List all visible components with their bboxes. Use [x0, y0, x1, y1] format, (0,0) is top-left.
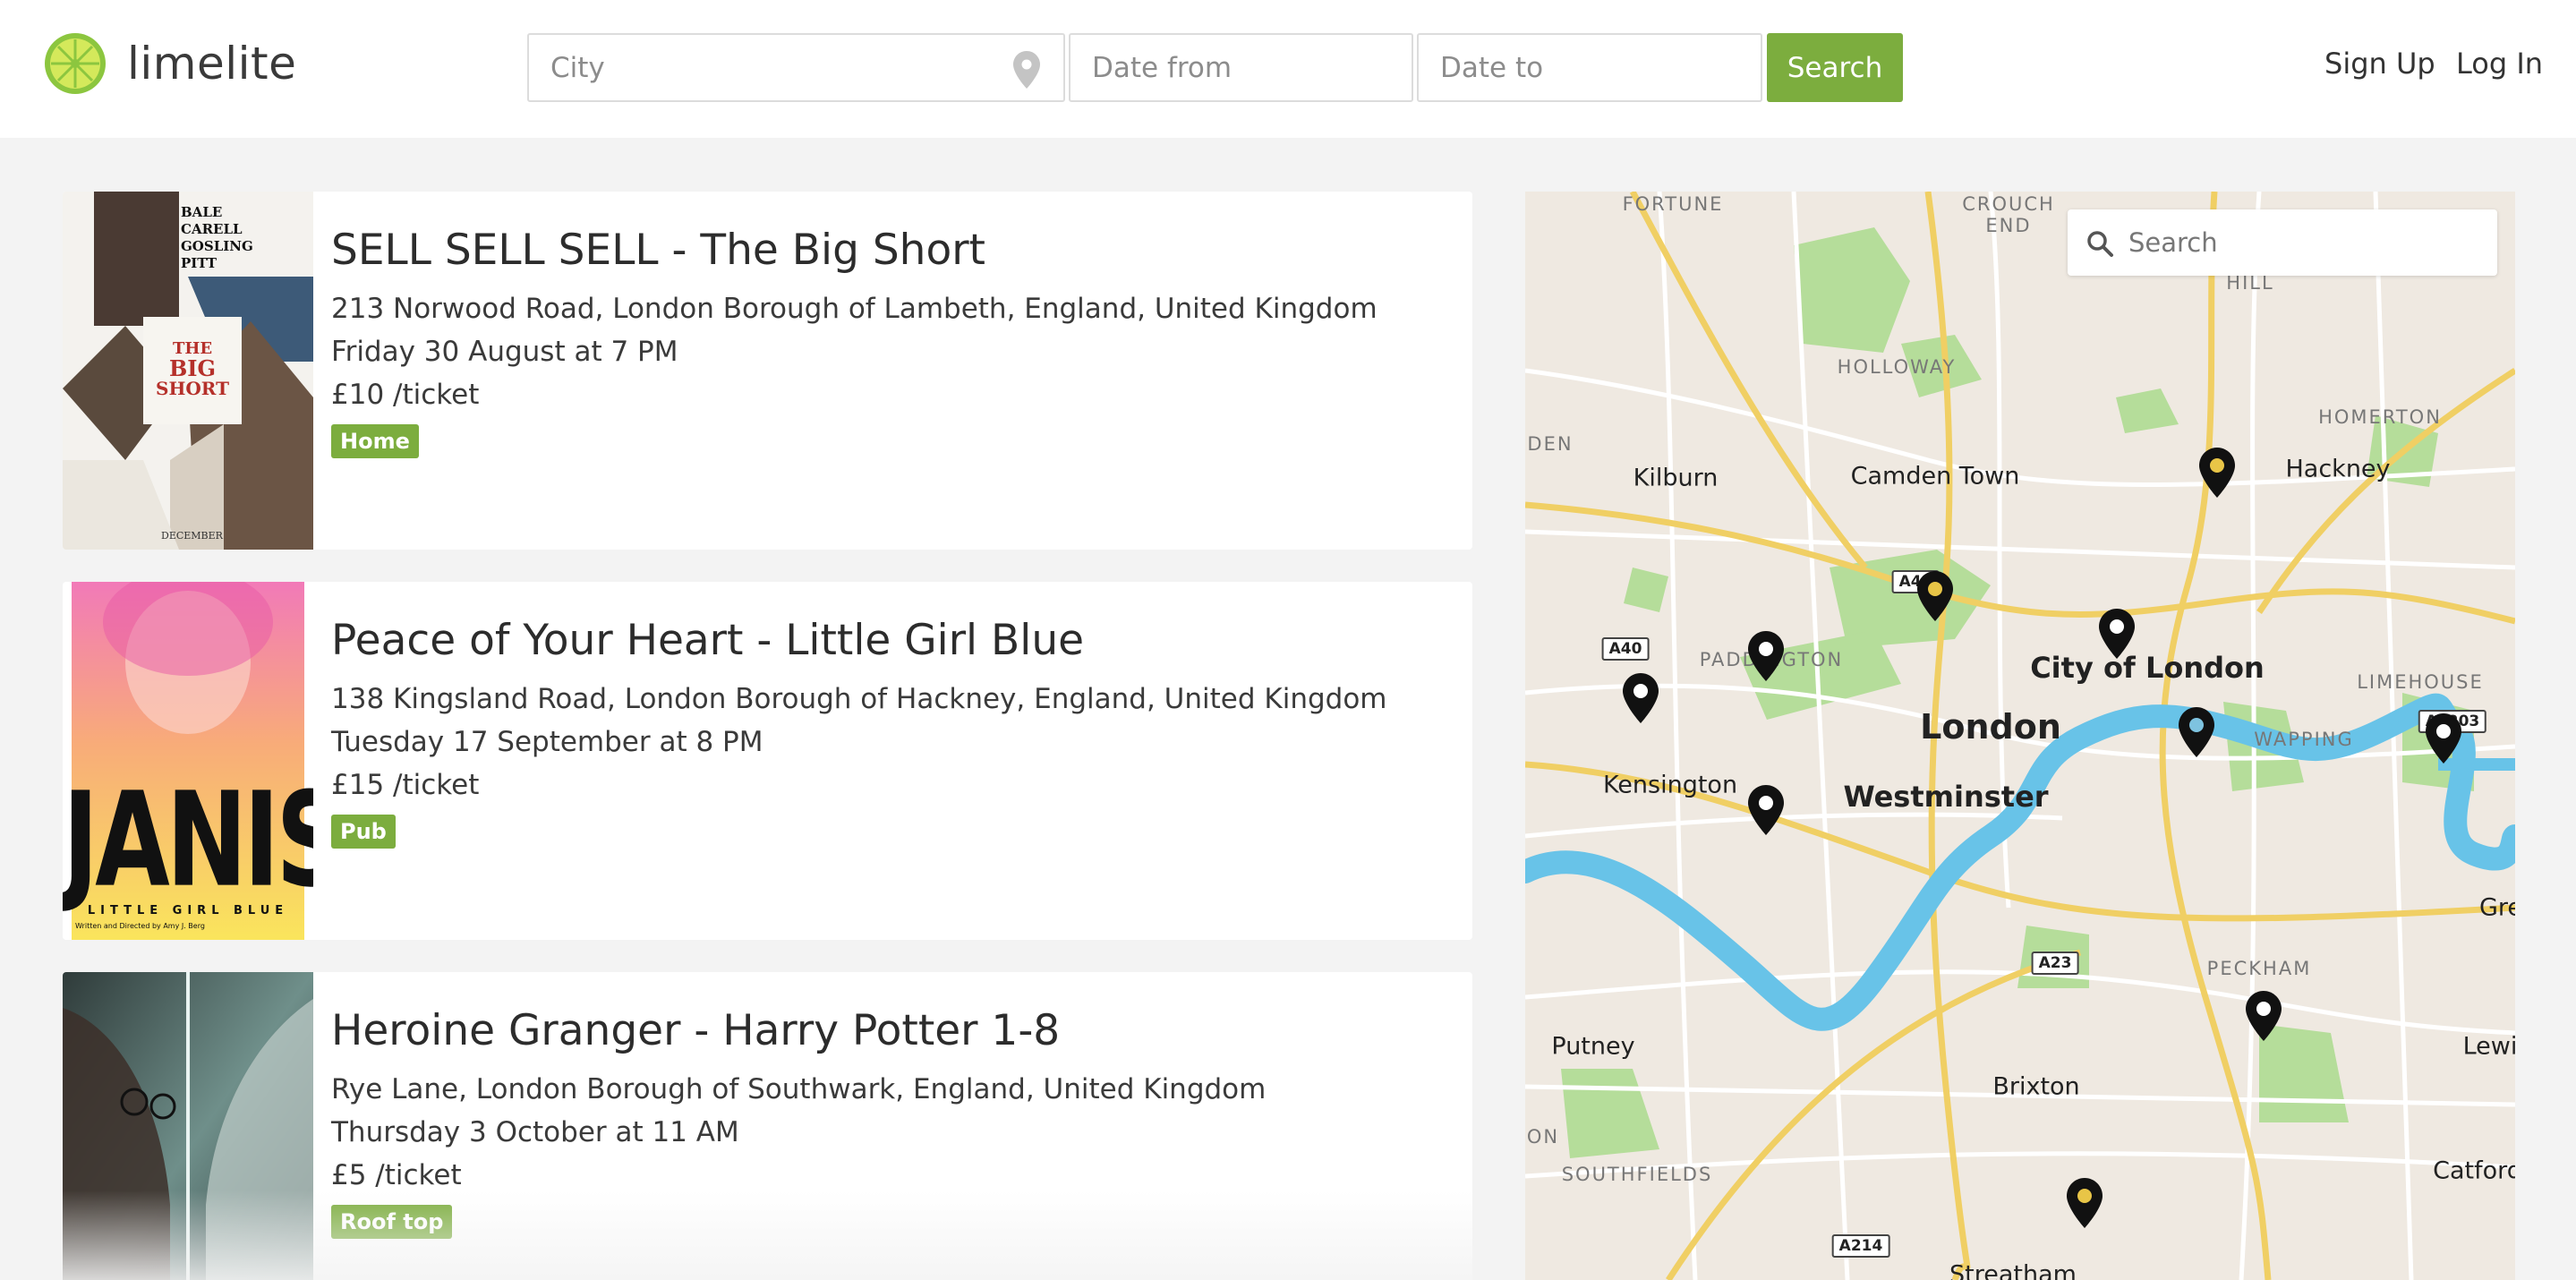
map-label-streatham: Streatham: [1949, 1260, 2077, 1280]
date-to-field[interactable]: [1417, 33, 1762, 102]
map-marker-kensington[interactable]: [1748, 785, 1784, 835]
venue-tag: Pub: [331, 814, 396, 849]
map-marker-city[interactable]: [2099, 609, 2135, 659]
top-header: limelite Search Sign Up Log In: [0, 0, 2576, 138]
date-from-field[interactable]: [1069, 33, 1413, 102]
events-map[interactable]: FORTUNE CROUCH END HILL HOLLOWAY HOMERTO…: [1525, 192, 2515, 1280]
city-input[interactable]: [529, 35, 1063, 100]
listing-card[interactable]: Heroine Granger - Harry Potter 1-8 Rye L…: [63, 972, 1472, 1280]
listing-datetime: Friday 30 August at 7 PM: [331, 335, 678, 368]
listing-card[interactable]: BALE CARELL GOSLING PITT THE BIG SHORT D…: [63, 192, 1472, 550]
map-marker-west[interactable]: [1623, 673, 1659, 723]
map-marker-wapping[interactable]: [2179, 707, 2214, 757]
map-label-brixton: Brixton: [1992, 1072, 2080, 1101]
listing-title[interactable]: Peace of Your Heart - Little Girl Blue: [331, 618, 1454, 664]
map-label-hackney: Hackney: [2285, 455, 2391, 483]
map-marker-brixton[interactable]: [2067, 1178, 2103, 1228]
map-marker-peckham[interactable]: [2246, 991, 2282, 1041]
listing-address: Rye Lane, London Borough of Southwark, E…: [331, 1072, 1267, 1105]
search-icon: [2087, 231, 2113, 257]
listing-details: Heroine Granger - Harry Potter 1-8 Rye L…: [331, 1008, 1454, 1239]
poster-the-big-short[interactable]: [63, 192, 313, 550]
map-label-limehouse: LIMEHOUSE: [2357, 671, 2484, 693]
city-field[interactable]: [527, 33, 1065, 102]
logo-text: limelite: [127, 38, 297, 90]
road-shield-a40: A40: [1601, 637, 1650, 661]
map-search-input[interactable]: [2068, 227, 2497, 258]
map-label-kilburn: Kilburn: [1633, 464, 1719, 492]
venue-tag: Home: [331, 423, 419, 458]
map-label-city-of-london: City of London: [2030, 651, 2265, 685]
logo[interactable]: limelite: [43, 30, 296, 97]
venue-tag: Roof top: [331, 1204, 453, 1239]
map-search-box[interactable]: [2068, 209, 2497, 276]
map-marker-camden[interactable]: [1917, 571, 1953, 621]
map-label-london: London: [1920, 707, 2061, 747]
listing-card[interactable]: JANIS LITTLE GIRL BLUE Written and Direc…: [63, 582, 1472, 940]
lime-logo-icon: [45, 33, 106, 94]
listing-price: £15 /ticket: [331, 768, 480, 801]
map-label-wapping: WAPPING: [2254, 729, 2354, 750]
log-in-link[interactable]: Log In: [2456, 47, 2543, 81]
road-shield-a23: A23: [2031, 951, 2079, 975]
map-label-on: ON: [1526, 1126, 1560, 1148]
listing-address: 213 Norwood Road, London Borough of Lamb…: [331, 292, 1378, 325]
listing-address: 138 Kingsland Road, London Borough of Ha…: [331, 682, 1387, 715]
sign-up-link[interactable]: Sign Up: [2324, 47, 2435, 81]
location-pin-icon: [1013, 51, 1040, 89]
map-label-gre: Gre: [2478, 893, 2515, 922]
poster-harry-potter[interactable]: [63, 972, 313, 1280]
listing-details: Peace of Your Heart - Little Girl Blue 1…: [331, 618, 1454, 849]
listing-details: SELL SELL SELL - The Big Short 213 Norwo…: [331, 227, 1454, 458]
map-label-kensington: Kensington: [1602, 771, 1738, 799]
map-label-den: DEN: [1527, 433, 1574, 455]
map-label-fortune: FORTUNE: [1622, 193, 1724, 215]
map-label-holloway: HOLLOWAY: [1837, 356, 1957, 378]
map-marker-hackney[interactable]: [2199, 448, 2235, 498]
listing-title[interactable]: SELL SELL SELL - The Big Short: [331, 227, 1454, 274]
listing-datetime: Thursday 3 October at 11 AM: [331, 1115, 739, 1148]
map-label-catford: Catford: [2433, 1156, 2515, 1185]
poster-janis[interactable]: [63, 582, 313, 940]
date-to-input[interactable]: [1419, 35, 1761, 100]
map-label-westminster: Westminster: [1843, 780, 2049, 814]
road-shield-a214: A214: [1831, 1234, 1890, 1258]
listing-datetime: Tuesday 17 September at 8 PM: [331, 725, 763, 758]
map-label-peckham: PECKHAM: [2206, 958, 2312, 979]
listing-price: £5 /ticket: [331, 1158, 462, 1191]
search-button[interactable]: Search: [1767, 33, 1903, 102]
map-label-southfields: SOUTHFIELDS: [1561, 1164, 1713, 1185]
map-label-crouch-end: CROUCH END: [1962, 193, 2055, 236]
map-label-camden-town: Camden Town: [1850, 462, 2020, 491]
map-label-lewis: Lewis: [2462, 1032, 2515, 1061]
map-marker-limehouse[interactable]: [2426, 713, 2461, 764]
date-from-input[interactable]: [1070, 35, 1412, 100]
listing-title[interactable]: Heroine Granger - Harry Potter 1-8: [331, 1008, 1454, 1054]
listing-price: £10 /ticket: [331, 378, 480, 411]
map-label-homerton: HOMERTON: [2318, 406, 2442, 428]
map-marker-paddington[interactable]: [1748, 631, 1784, 681]
map-label-putney: Putney: [1551, 1032, 1635, 1061]
